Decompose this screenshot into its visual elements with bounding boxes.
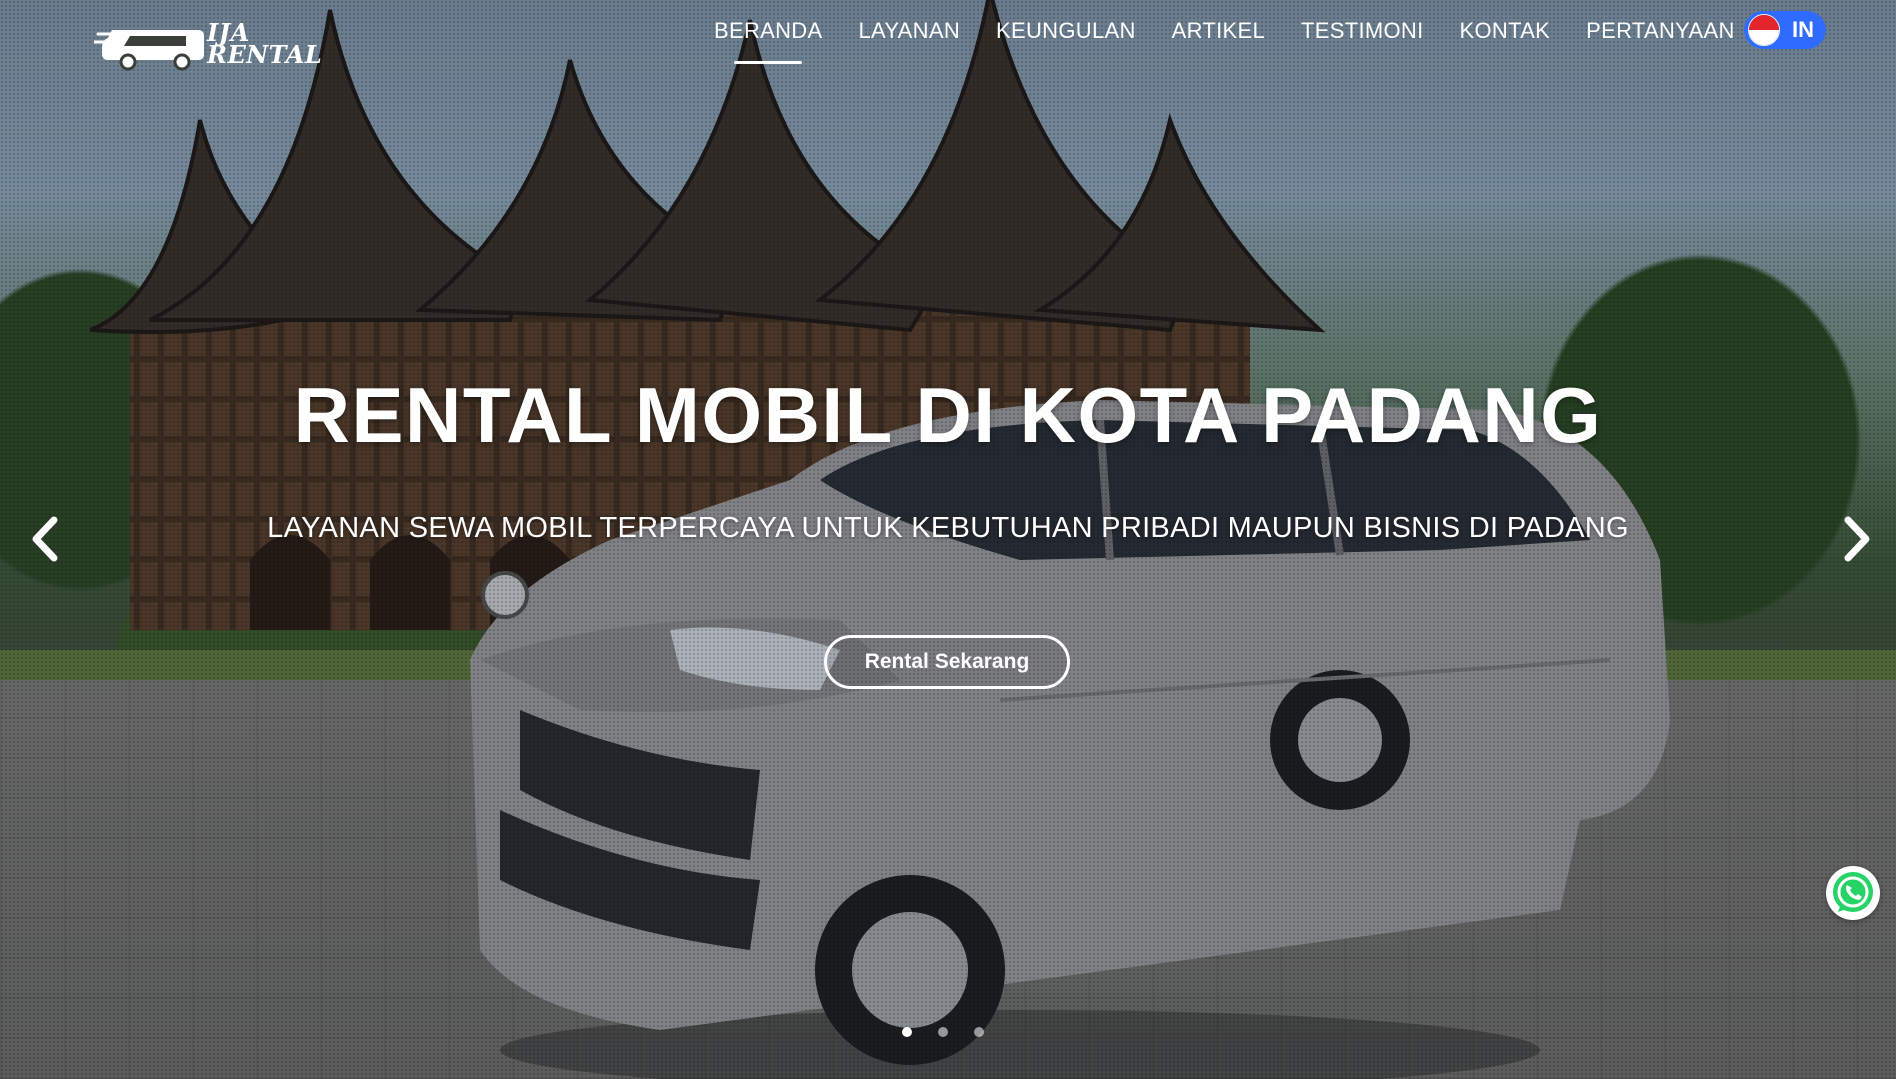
indonesia-flag-icon — [1748, 14, 1780, 46]
carousel-prev-button[interactable] — [26, 512, 66, 566]
brand-line2: RENTAL — [207, 40, 323, 69]
main-menu: BERANDA LAYANAN KEUNGULAN ARTIKEL TESTIM… — [714, 14, 1771, 64]
language-switcher[interactable]: IN — [1744, 11, 1826, 49]
language-code: IN — [1792, 17, 1814, 42]
rental-now-button[interactable]: Rental Sekarang — [824, 635, 1070, 689]
brand-logo[interactable]: IJA RENTAL — [94, 20, 330, 72]
brand-name: IJA RENTAL — [207, 21, 323, 69]
navbar: IJA RENTAL BERANDA LAYANAN KEUNGULAN ART… — [0, 0, 1896, 71]
nav-item-testimoni[interactable]: TESTIMONI — [1301, 14, 1423, 50]
nav-item-keungulan[interactable]: KEUNGULAN — [996, 14, 1136, 50]
nav-item-beranda[interactable]: BERANDA — [714, 14, 822, 64]
carousel-next-button[interactable] — [1836, 512, 1876, 566]
carousel-indicators — [902, 1027, 984, 1037]
whatsapp-button[interactable] — [1826, 866, 1880, 920]
car-logo-icon — [94, 30, 204, 71]
carousel-dot-3[interactable] — [974, 1027, 984, 1037]
nav-item-layanan[interactable]: LAYANAN — [858, 14, 960, 50]
whatsapp-icon — [1833, 872, 1873, 912]
hero-title: RENTAL MOBIL DI KOTA PADANG — [293, 371, 1603, 459]
carousel-dot-1[interactable] — [902, 1027, 912, 1037]
nav-item-pertanyaan[interactable]: PERTANYAAN — [1586, 14, 1734, 50]
chevron-left-icon — [32, 516, 58, 562]
nav-item-artikel[interactable]: ARTIKEL — [1172, 14, 1265, 50]
carousel-dot-2[interactable] — [938, 1027, 948, 1037]
hero-subtitle: LAYANAN SEWA MOBIL TERPERCAYA UNTUK KEBU… — [267, 512, 1629, 544]
chevron-right-icon — [1844, 516, 1870, 562]
nav-item-kontak[interactable]: KONTAK — [1460, 14, 1551, 50]
